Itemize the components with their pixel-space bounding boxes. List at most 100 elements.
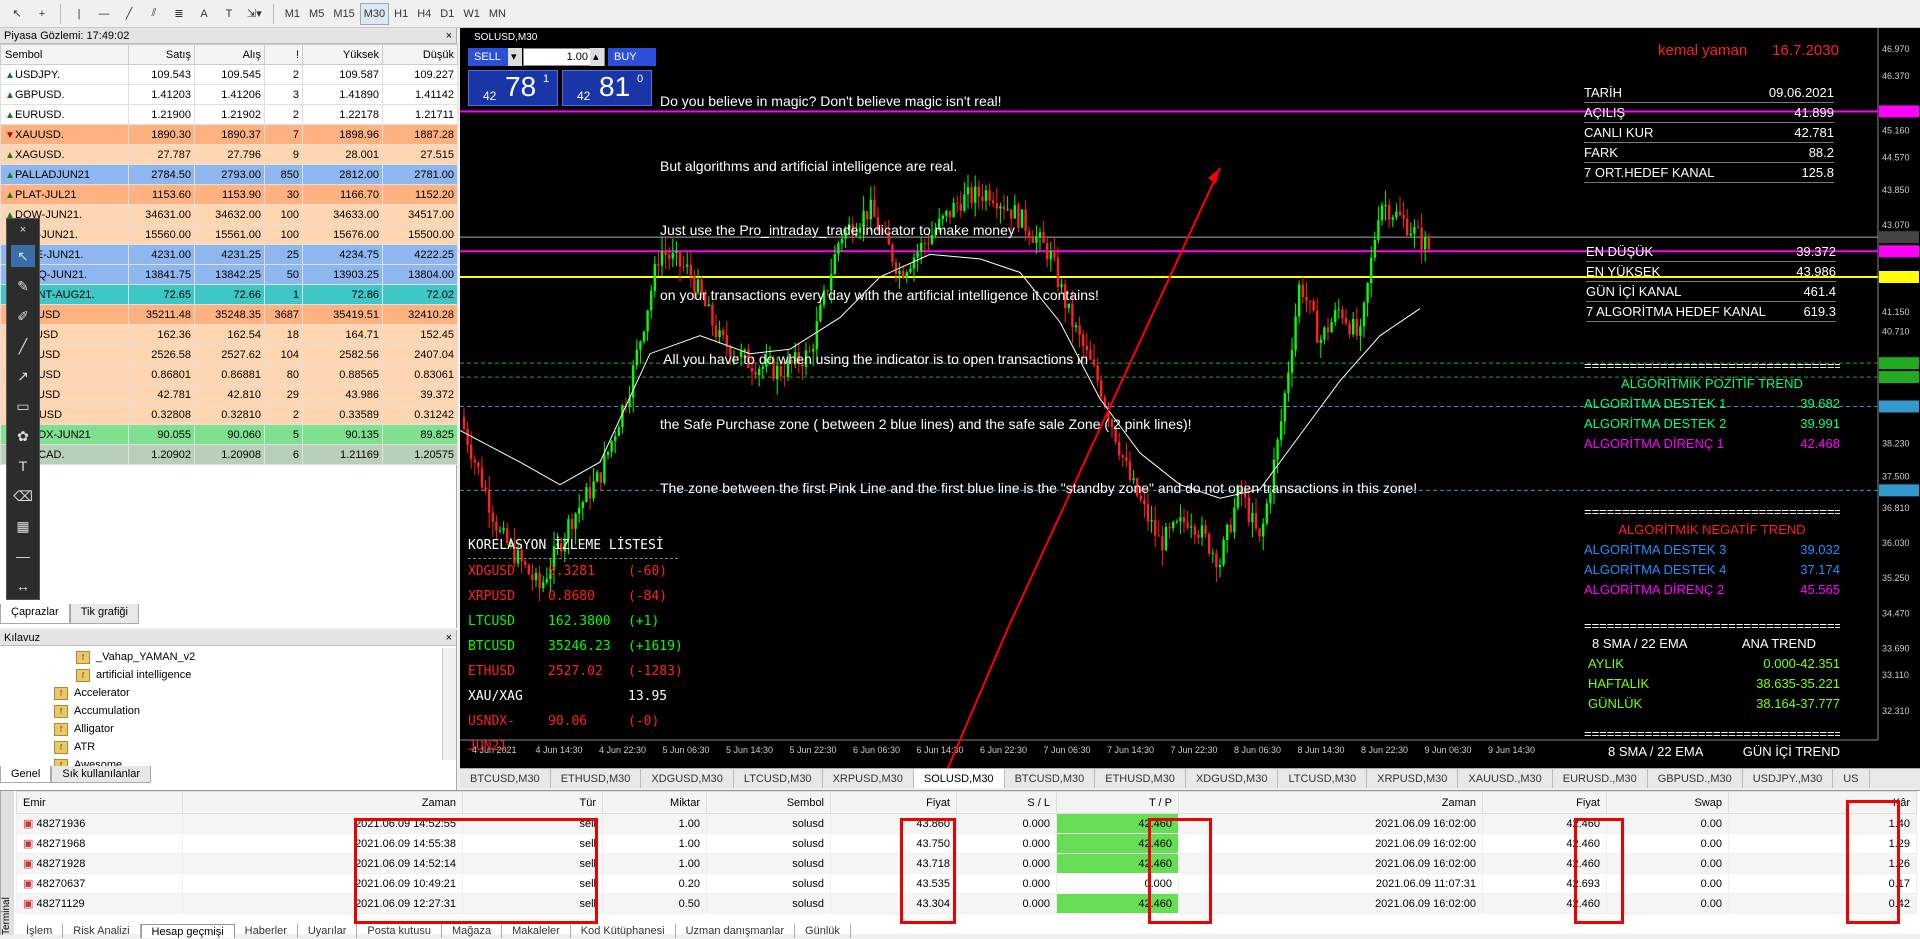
- chart-tab[interactable]: SOLUSD,M30: [913, 769, 1005, 788]
- terminal-tab[interactable]: Posta kutusu: [357, 924, 442, 938]
- history-row[interactable]: ▣ 48271129 2021.06.09 12:27:31 sell 0.50 sol…: [16, 893, 1917, 914]
- timeframe-m1[interactable]: M1: [281, 3, 304, 25]
- market-watch-row[interactable]: ▲USDCAD.1.209021.2090861.211691.20575: [0, 444, 458, 465]
- timeframe-m15[interactable]: M15: [329, 3, 358, 25]
- cursor-tool-icon[interactable]: ↖: [6, 3, 28, 25]
- market-watch-row[interactable]: ▲SOLUSD42.78142.8102943.98639.372: [0, 384, 458, 405]
- fibonacci-icon[interactable]: ≣: [168, 3, 190, 25]
- history-column-header[interactable]: S / L: [956, 791, 1057, 814]
- timeframe-h1[interactable]: H1: [390, 3, 412, 25]
- timeframe-m5[interactable]: M5: [305, 3, 328, 25]
- market-watch-row[interactable]: ▲NSDQ-JUN21.13841.7513842.255013903.2513…: [0, 264, 458, 285]
- chart-tab[interactable]: EURUSD.,M30: [1553, 769, 1648, 788]
- chart-tab[interactable]: USDJPY.,M30: [1743, 769, 1834, 788]
- terminal-tab[interactable]: Uyarılar: [298, 924, 358, 938]
- chart-tab[interactable]: BTCUSD,M30: [460, 769, 551, 788]
- text-tool-icon[interactable]: A: [193, 3, 215, 25]
- terminal-tab[interactable]: Mağaza: [442, 924, 503, 938]
- tab-tick-chart[interactable]: Tik grafiği: [69, 604, 139, 624]
- chart-tab[interactable]: GBPUSD.,M30: [1648, 769, 1743, 788]
- horizontal-line-icon[interactable]: —: [93, 3, 115, 25]
- market-watch-row[interactable]: ▲XRPUSD0.868010.86881800.885650.83061: [0, 364, 458, 385]
- market-watch-row[interactable]: ▲GBPUSD. 1.41203 1.41206 3 1.41890 1.41142: [0, 84, 458, 105]
- navigator-item[interactable]: f _Vahap_YAMAN_v2: [0, 648, 456, 666]
- chart-tab[interactable]: LTCUSD,M30: [1278, 769, 1368, 788]
- chart-tab[interactable]: XRPUSD,M30: [1367, 769, 1459, 788]
- history-row[interactable]: ▣ 48271936 2021.06.09 14:52:55 sell 1.00 sol…: [16, 813, 1917, 834]
- history-column-header[interactable]: Sembol: [706, 791, 831, 814]
- label-tool-icon[interactable]: T: [218, 3, 240, 25]
- market-watch-row[interactable]: ▲LTCUSD162.36162.5418164.71152.45: [0, 324, 458, 345]
- tab-general[interactable]: Genel: [0, 766, 52, 783]
- terminal-tab[interactable]: İşlem: [16, 924, 64, 938]
- chart-tab[interactable]: XDGUSD,M30: [641, 769, 734, 788]
- market-watch-row[interactable]: ▲EURUSD. 1.21900 1.21902 2 1.22178 1.21711: [0, 104, 458, 125]
- lot-down-icon[interactable]: ▾: [508, 48, 522, 66]
- sell-price-box[interactable]: 42 78 1: [468, 70, 558, 106]
- arrows-tool-icon[interactable]: ⇲▾: [243, 3, 266, 25]
- history-column-header[interactable]: Emir: [16, 791, 183, 814]
- price-chart[interactable]: 46.970 46.370 45.565 45.160 44.570 43.850 43.0…: [460, 28, 1920, 768]
- market-watch-row[interactable]: ▼ETHUSD2526.582527.621042582.562407.04: [0, 344, 458, 365]
- chart-tab[interactable]: BTCUSD,M30: [1005, 769, 1096, 788]
- history-column-header[interactable]: Swap: [1606, 791, 1729, 814]
- history-column-header[interactable]: Zaman: [182, 791, 463, 814]
- navigator-item[interactable]: f Alligator: [0, 720, 456, 738]
- market-watch-row[interactable]: ▲USNDX-JUN2190.05590.060590.13589.825: [0, 424, 458, 445]
- navigator-item[interactable]: f ATR: [0, 738, 456, 756]
- chart-tab[interactable]: ETHUSD,M30: [551, 769, 642, 788]
- history-row[interactable]: ▣ 48270637 2021.06.09 10:49:21 sell 0.20 sol…: [16, 873, 1917, 894]
- timeframe-mn[interactable]: MN: [485, 3, 510, 25]
- expand-icon[interactable]: ↔: [11, 575, 35, 597]
- market-watch-row[interactable]: ▲PLAT-JUL21 1153.60 1153.90 30 1166.70 1152.2…: [0, 184, 458, 205]
- timeframe-w1[interactable]: W1: [459, 3, 484, 25]
- trendline-icon[interactable]: ╱: [118, 3, 140, 25]
- market-watch-row[interactable]: ▲DOW-JUN21. 34631.00 34632.00 100 34633.00 34…: [0, 204, 458, 225]
- terminal-tab[interactable]: Risk Analizi: [63, 924, 141, 938]
- timeframe-h4[interactable]: H4: [413, 3, 435, 25]
- column-header[interactable]: !: [264, 44, 303, 65]
- market-watch-row[interactable]: ▲BTCUSD35211.4835248.35368735419.5132410…: [0, 304, 458, 325]
- close-icon[interactable]: ×: [11, 223, 35, 237]
- line-icon[interactable]: ╱: [11, 335, 35, 357]
- navigator-item[interactable]: f Accumulation: [0, 702, 456, 720]
- minus-icon[interactable]: —: [11, 545, 35, 567]
- close-icon[interactable]: ×: [446, 630, 452, 646]
- checker-icon[interactable]: ▦: [11, 515, 35, 537]
- chart-tab[interactable]: XDGUSD,M30: [1186, 769, 1279, 788]
- history-column-header[interactable]: Kâr: [1728, 791, 1917, 814]
- terminal-tab[interactable]: Günlük: [795, 924, 851, 938]
- sell-button[interactable]: SELL: [468, 48, 508, 66]
- market-watch-row[interactable]: ▼XAUUSD. 1890.30 1890.37 7 1898.96 1887.28: [0, 124, 458, 145]
- timeframe-m30[interactable]: M30: [359, 2, 390, 25]
- column-header[interactable]: Satış: [128, 44, 195, 65]
- chart-tab[interactable]: LTCUSD,M30: [734, 769, 823, 788]
- history-column-header[interactable]: Tür: [462, 791, 603, 814]
- eraser-icon[interactable]: ⌫: [11, 485, 35, 507]
- text-icon[interactable]: T: [11, 455, 35, 477]
- column-header[interactable]: Düşük: [382, 44, 458, 65]
- market-watch-row[interactable]: ▲XAGUSD. 27.787 27.796 9 28.001 27.515: [0, 144, 458, 165]
- column-header[interactable]: Yüksek: [302, 44, 383, 65]
- brush-icon[interactable]: ✐: [11, 305, 35, 327]
- terminal-tab[interactable]: Hesap geçmişi: [140, 924, 235, 938]
- market-watch-row[interactable]: ▲BRENT-AUG21.72.6572.66172.8672.02: [0, 284, 458, 305]
- navigator-item[interactable]: f Accelerator: [0, 684, 456, 702]
- market-watch-row[interactable]: ▲FTSE-JUN21.4231.004231.25254234.754222.…: [0, 244, 458, 265]
- chart-tab[interactable]: XAUUSD.,M30: [1458, 769, 1553, 788]
- crosshair-tool-icon[interactable]: +: [31, 3, 53, 25]
- market-watch-row[interactable]: ▲XDGUSD0.328080.3281020.335890.31242: [0, 404, 458, 425]
- buy-button[interactable]: BUY: [608, 48, 656, 66]
- history-column-header[interactable]: Fiyat: [830, 791, 957, 814]
- history-row[interactable]: ▣ 48271928 2021.06.09 14:52:14 sell 1.00 sol…: [16, 853, 1917, 874]
- column-header[interactable]: Sembol: [0, 44, 129, 65]
- navigator-item[interactable]: f artificial intelligence: [0, 666, 456, 684]
- cursor-icon[interactable]: ↖: [11, 245, 35, 267]
- chart-tab[interactable]: US: [1833, 769, 1870, 788]
- terminal-tab[interactable]: Haberler: [235, 924, 298, 938]
- terminal-tab[interactable]: Makaleler: [502, 924, 571, 938]
- history-column-header[interactable]: T / P: [1056, 791, 1179, 814]
- rectangle-icon[interactable]: ▭: [11, 395, 35, 417]
- column-header[interactable]: Alış: [194, 44, 265, 65]
- history-column-header[interactable]: Zaman: [1178, 791, 1483, 814]
